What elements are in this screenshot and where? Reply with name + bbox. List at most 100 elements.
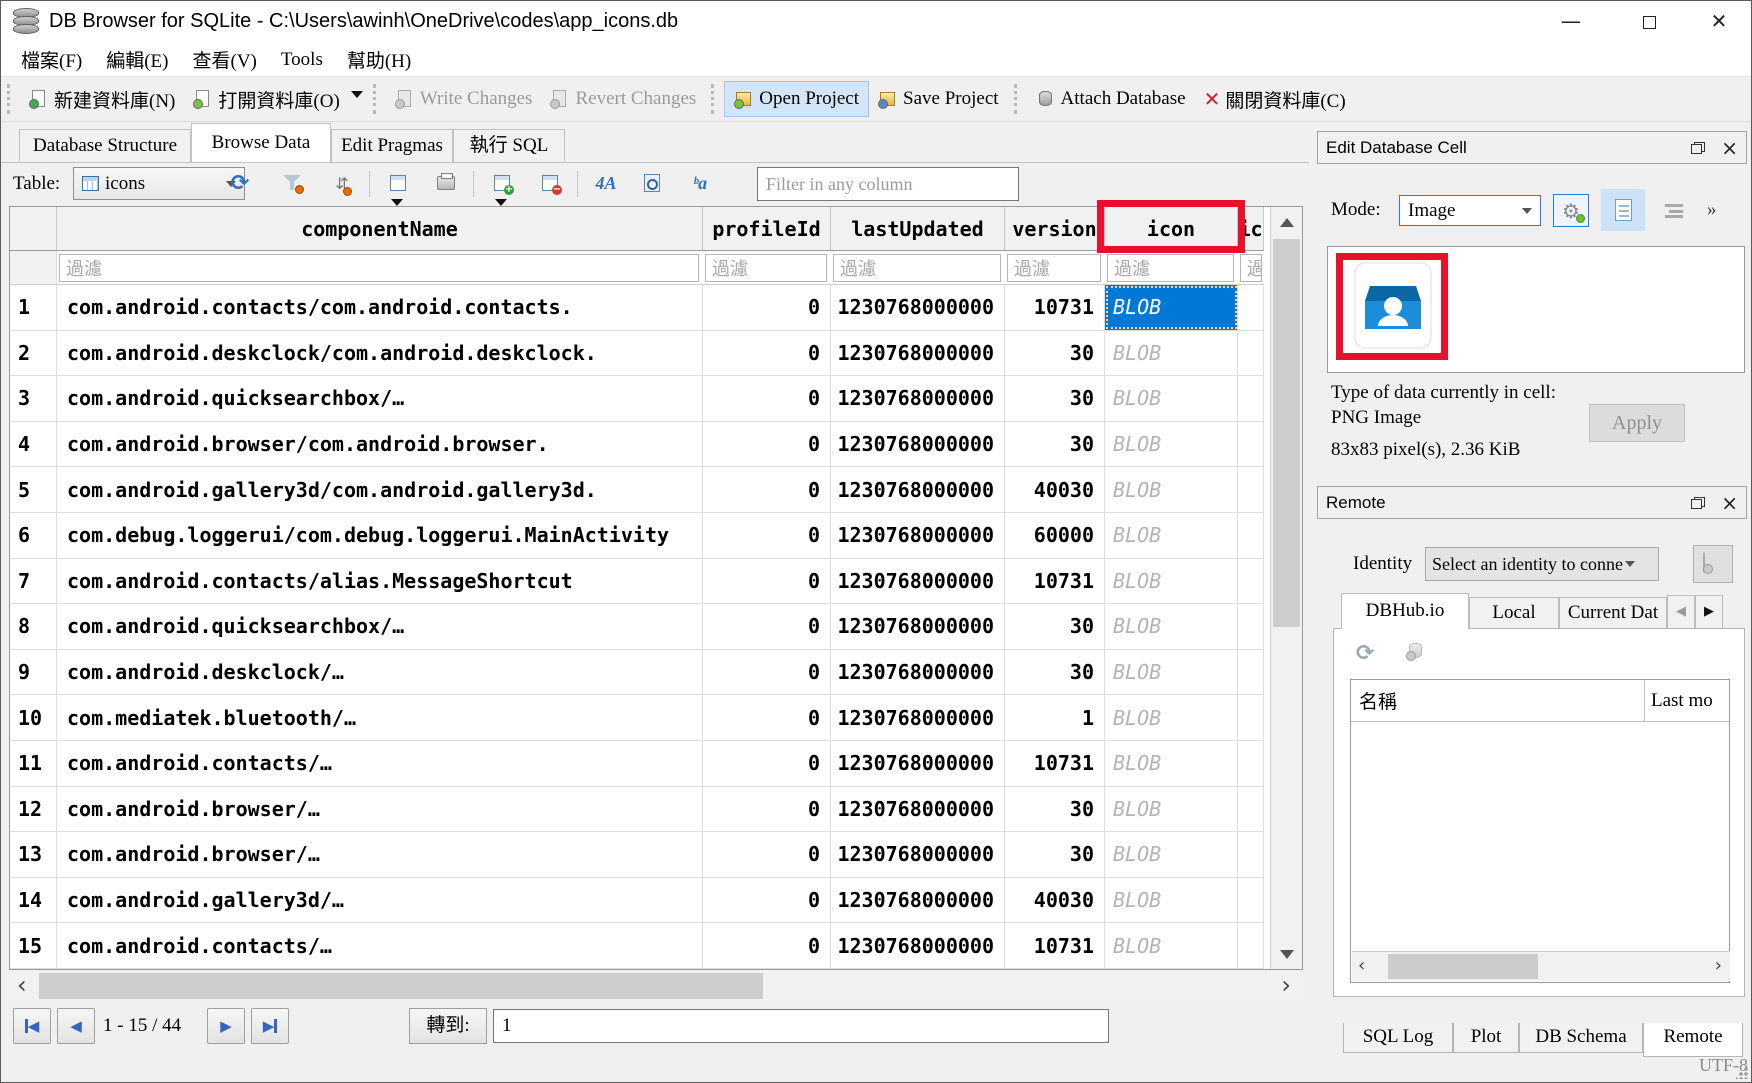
cell-componentName[interactable]: com.mediatek.bluetooth/… <box>57 695 703 740</box>
next-page-button[interactable]: ▶ <box>207 1008 245 1044</box>
row-number-cell[interactable]: 9 <box>10 650 57 695</box>
cell-profileId[interactable]: 0 <box>703 467 831 512</box>
cell-profileId[interactable]: 0 <box>703 787 831 832</box>
cell-profileId[interactable]: 0 <box>703 832 831 877</box>
cell-icon-blob[interactable]: BLOB <box>1105 376 1238 421</box>
filter-input-version[interactable]: 過濾 <box>1007 254 1101 282</box>
print-button[interactable] <box>431 168 461 198</box>
remote-file-table[interactable]: 名稱 Last mo ‹ › <box>1350 679 1730 983</box>
open-project-button[interactable]: Open Project <box>724 81 869 117</box>
vertical-scrollbar-thumb[interactable] <box>1273 239 1300 627</box>
clear-sorting-button[interactable]: ⇵ <box>327 168 357 198</box>
apply-button[interactable]: Apply <box>1589 404 1685 442</box>
cell-lastUpdated[interactable]: 1230768000000 <box>831 695 1005 740</box>
float-panel-icon[interactable] <box>1691 142 1705 154</box>
scroll-left-icon[interactable]: ‹ <box>1358 952 1365 982</box>
save-project-button[interactable]: Save Project <box>869 82 1008 116</box>
tab-scroll-right-button[interactable]: ▶ <box>1695 595 1723 629</box>
cell-version[interactable]: 40030 <box>1005 878 1105 923</box>
cell-lastUpdated[interactable]: 1230768000000 <box>831 923 1005 968</box>
cell-componentName[interactable]: com.android.browser/com.android.browser. <box>57 422 703 467</box>
remote-scrollbar-thumb[interactable] <box>1388 954 1538 979</box>
horizontal-scrollbar-thumb[interactable] <box>39 973 763 999</box>
cell-version[interactable]: 30 <box>1005 650 1105 695</box>
cell-icon-blob[interactable]: BLOB <box>1105 285 1238 330</box>
dock-tab-db-schema[interactable]: DB Schema <box>1519 1023 1643 1053</box>
remote-column-name[interactable]: 名稱 <box>1351 687 1397 714</box>
remote-tab-dbhub[interactable]: DBHub.io <box>1341 593 1469 629</box>
column-header-version[interactable]: version <box>1005 207 1105 250</box>
cell-version[interactable]: 10731 <box>1005 741 1105 786</box>
clone-db-icon[interactable] <box>1406 641 1426 661</box>
import-export-button[interactable]: ⚙ <box>1553 194 1589 227</box>
filter-input-icon[interactable]: 過濾 <box>1107 254 1234 282</box>
cell-componentName[interactable]: com.android.deskclock/com.android.deskcl… <box>57 331 703 376</box>
clear-filters-button[interactable] <box>277 168 307 198</box>
row-number-cell[interactable]: 12 <box>10 787 57 832</box>
save-table-dropdown-icon[interactable] <box>391 199 403 206</box>
row-number-cell[interactable]: 2 <box>10 331 57 376</box>
column-header-lastUpdated[interactable]: lastUpdated <box>831 207 1005 250</box>
row-number-cell[interactable]: 14 <box>10 878 57 923</box>
last-page-button[interactable]: ▶ <box>251 1008 289 1044</box>
cell-componentName[interactable]: com.android.deskclock/… <box>57 650 703 695</box>
cell-version[interactable]: 10731 <box>1005 559 1105 604</box>
cell-componentName[interactable]: com.android.contacts/alias.MessageShortc… <box>57 559 703 604</box>
cell-profileId[interactable]: 0 <box>703 604 831 649</box>
cell-componentName[interactable]: com.android.gallery3d/… <box>57 878 703 923</box>
goto-button[interactable]: 轉到: <box>409 1008 487 1044</box>
cell-profileId[interactable]: 0 <box>703 285 831 330</box>
cell-icon-blob[interactable]: BLOB <box>1105 695 1238 740</box>
cell-profileId[interactable]: 0 <box>703 923 831 968</box>
cell-icon-blob[interactable]: BLOB <box>1105 422 1238 467</box>
cell-partial[interactable] <box>1238 285 1264 330</box>
cell-icon-blob[interactable]: BLOB <box>1105 559 1238 604</box>
first-page-button[interactable]: ◀ <box>13 1008 51 1044</box>
tab-execute-sql[interactable]: 執行 SQL <box>453 129 565 162</box>
cell-version[interactable]: 10731 <box>1005 285 1105 330</box>
cell-partial[interactable] <box>1238 513 1264 558</box>
attach-database-button[interactable]: Attach Database <box>1027 82 1195 116</box>
cell-componentName[interactable]: com.android.contacts/… <box>57 923 703 968</box>
cell-icon-blob[interactable]: BLOB <box>1105 832 1238 877</box>
remote-tab-local[interactable]: Local <box>1469 597 1559 629</box>
row-number-cell[interactable]: 6 <box>10 513 57 558</box>
dock-tab-sql-log[interactable]: SQL Log <box>1343 1023 1453 1053</box>
column-header-profileId[interactable]: profileId <box>703 207 831 250</box>
row-number-cell[interactable]: 8 <box>10 604 57 649</box>
cell-componentName[interactable]: com.debug.loggerui/com.debug.loggerui.Ma… <box>57 513 703 558</box>
cell-version[interactable]: 30 <box>1005 787 1105 832</box>
menu-edit[interactable]: 編輯(E) <box>94 43 180 76</box>
scroll-up-button[interactable] <box>1271 207 1302 237</box>
cell-lastUpdated[interactable]: 1230768000000 <box>831 832 1005 877</box>
refresh-button[interactable]: ⟳ <box>225 168 255 198</box>
cell-partial[interactable] <box>1238 604 1264 649</box>
cell-version[interactable]: 40030 <box>1005 467 1105 512</box>
filter-input-profileId[interactable]: 過濾 <box>705 254 827 282</box>
tab-edit-pragmas[interactable]: Edit Pragmas <box>331 129 453 162</box>
menu-help[interactable]: 幫助(H) <box>335 43 423 76</box>
cell-profileId[interactable]: 0 <box>703 878 831 923</box>
cell-lastUpdated[interactable]: 1230768000000 <box>831 513 1005 558</box>
close-button[interactable]: ✕ <box>1695 1 1743 41</box>
cell-icon-blob[interactable]: BLOB <box>1105 741 1238 786</box>
filter-input-componentName[interactable]: 過濾 <box>59 254 699 282</box>
cell-icon-blob[interactable]: BLOB <box>1105 650 1238 695</box>
cell-partial[interactable] <box>1238 832 1264 877</box>
dock-tab-remote[interactable]: Remote <box>1643 1023 1743 1057</box>
identity-selector[interactable]: Select an identity to conne <box>1425 547 1659 581</box>
save-table-button[interactable] <box>383 168 413 198</box>
insert-record-button[interactable]: + <box>487 168 517 198</box>
tab-scroll-left-button[interactable]: ◀ <box>1667 595 1695 629</box>
scroll-right-icon[interactable]: › <box>1281 971 1291 1001</box>
cell-lastUpdated[interactable]: 1230768000000 <box>831 467 1005 512</box>
cell-componentName[interactable]: com.android.browser/… <box>57 787 703 832</box>
cell-profileId[interactable]: 0 <box>703 650 831 695</box>
row-number-cell[interactable]: 15 <box>10 923 57 968</box>
cell-componentName[interactable]: com.android.contacts/… <box>57 741 703 786</box>
menu-file[interactable]: 檔案(F) <box>9 43 94 76</box>
auto-format-button[interactable] <box>1657 195 1691 226</box>
cell-icon-blob[interactable]: BLOB <box>1105 878 1238 923</box>
cell-partial[interactable] <box>1238 741 1264 786</box>
refresh-remote-icon[interactable]: ⟳ <box>1356 641 1374 666</box>
